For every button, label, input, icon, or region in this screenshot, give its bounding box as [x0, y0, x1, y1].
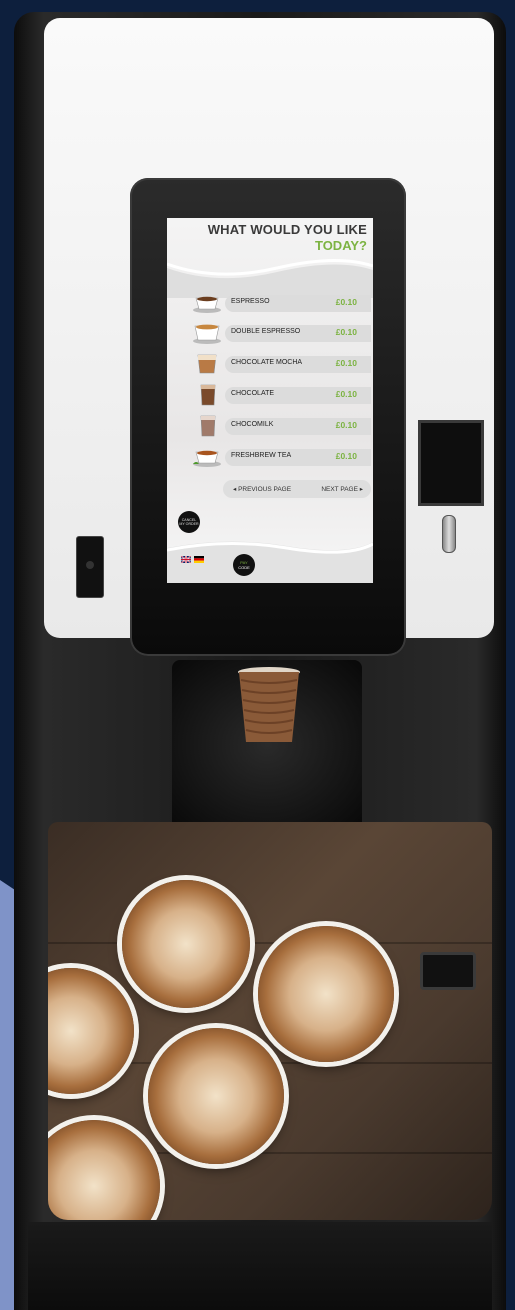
- menu-item-name: CHOCOLATE MOCHA: [231, 359, 303, 366]
- cancel-label-line2: MY ORDER: [179, 522, 199, 526]
- coin-insert-slot[interactable]: [442, 515, 456, 553]
- menu-item-price: £0.10: [335, 327, 357, 337]
- tea-cup-icon: [193, 450, 221, 467]
- menu-item-price: £0.10: [335, 451, 357, 461]
- chocolate-glass-icon: [200, 384, 216, 406]
- menu-item-name: CHOCOMILK: [231, 421, 274, 428]
- menu-item-chocomilk[interactable]: CHOCOMILK £0.10: [191, 415, 373, 437]
- screen-title-line2: TODAY?: [314, 238, 367, 253]
- next-page-button[interactable]: NEXT PAGE ▸: [321, 485, 363, 493]
- menu-item-name: CHOCOLATE: [231, 390, 275, 397]
- german-flag-icon[interactable]: [194, 556, 204, 563]
- menu-item-price: £0.10: [335, 420, 357, 430]
- menu-item-name: DOUBLE ESPRESSO: [231, 328, 301, 335]
- coffee-graphic-panel: [48, 822, 492, 1220]
- latte-cup-image: [48, 968, 134, 1094]
- touch-screen: WHAT WOULD YOU LIKE TODAY? ESPRESSO £0.1…: [167, 218, 373, 583]
- screen-title-line1: WHAT WOULD YOU LIKE: [207, 222, 367, 237]
- code-label-line2: CODE: [238, 565, 250, 570]
- menu-item-price: £0.10: [335, 389, 357, 399]
- menu-item-espresso[interactable]: ESPRESSO £0.10: [191, 292, 373, 314]
- menu-item-name: ESPRESSO: [231, 298, 270, 305]
- latte-cup-image: [148, 1028, 284, 1164]
- receipt-slot: [420, 952, 476, 990]
- wood-plank-line: [48, 942, 492, 944]
- cancel-order-button[interactable]: CANCEL MY ORDER: [178, 511, 200, 533]
- mocha-glass-icon: [197, 354, 217, 374]
- pay-code-button[interactable]: PAY CODE: [233, 554, 255, 576]
- chocomilk-glass-icon: [200, 415, 216, 437]
- pager: ◂ PREVIOUS PAGE NEXT PAGE ▸: [223, 480, 371, 498]
- menu-item-double-espresso[interactable]: DOUBLE ESPRESSO £0.10: [191, 322, 373, 344]
- card-reader[interactable]: [418, 420, 484, 506]
- latte-cup-image: [258, 926, 394, 1062]
- menu-item-name: FRESHBREW TEA: [231, 452, 292, 459]
- menu-item-freshbrew-tea[interactable]: FRESHBREW TEA £0.10: [191, 446, 373, 468]
- menu-item-price: £0.10: [335, 358, 357, 368]
- menu-item-chocolate[interactable]: CHOCOLATE £0.10: [191, 384, 373, 406]
- menu-item-price: £0.10: [335, 297, 357, 307]
- latte-cup-image: [122, 880, 250, 1008]
- espresso-cup-icon: [193, 296, 221, 313]
- double-espresso-cup-icon: [193, 324, 221, 344]
- machine-base: [28, 1222, 492, 1310]
- uk-flag-icon[interactable]: [181, 556, 191, 563]
- latte-cup-image: [48, 1120, 160, 1220]
- previous-page-button[interactable]: ◂ PREVIOUS PAGE: [233, 485, 291, 493]
- menu-item-chocolate-mocha[interactable]: CHOCOLATE MOCHA £0.10: [191, 353, 373, 375]
- paper-cup-icon: [238, 667, 300, 742]
- coin-return-slot[interactable]: [76, 536, 104, 598]
